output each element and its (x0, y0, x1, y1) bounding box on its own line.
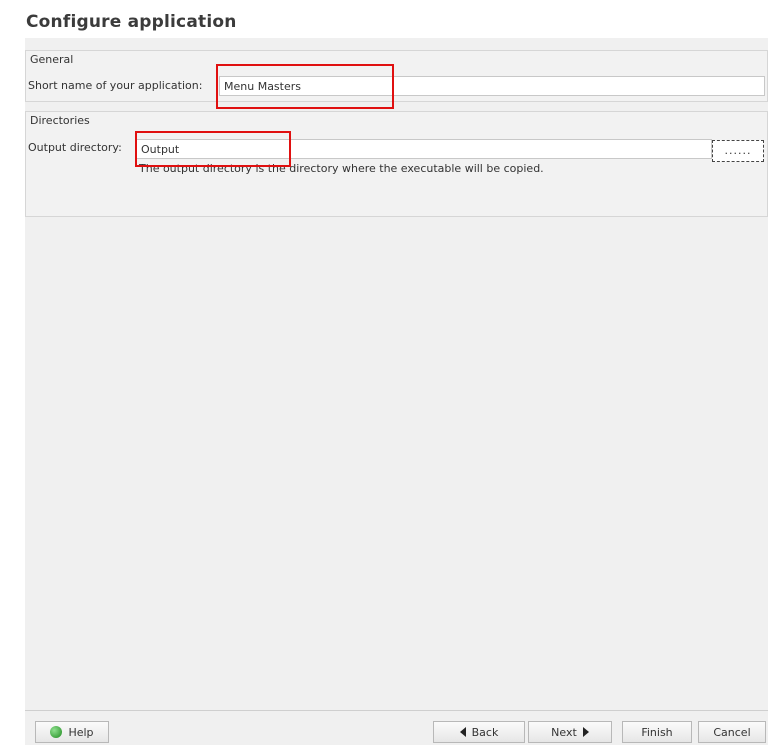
output-dir-input[interactable] (136, 139, 712, 159)
back-button-label: Back (471, 725, 499, 739)
help-icon (50, 726, 63, 738)
directories-group-title: Directories (30, 114, 90, 127)
short-name-input[interactable] (219, 76, 765, 96)
cancel-button-label: Cancel (713, 725, 751, 739)
browse-button[interactable]: ...... (712, 140, 764, 162)
output-dir-hint: The output directory is the directory wh… (139, 162, 544, 175)
finish-button[interactable]: Finish (622, 721, 692, 743)
cancel-button[interactable]: Cancel (698, 721, 766, 743)
arrow-right-icon (582, 727, 589, 737)
arrow-left-icon (459, 727, 466, 737)
next-button-label: Next (551, 725, 577, 739)
short-name-label: Short name of your application: (28, 79, 203, 92)
general-group-title: General (30, 53, 74, 66)
directories-group: Directories Output directory: The output… (25, 111, 768, 217)
page-title: Configure application (26, 12, 237, 32)
back-button[interactable]: Back (433, 721, 525, 743)
content-area: General Short name of your application: … (25, 38, 768, 710)
general-group: General Short name of your application: (25, 50, 768, 102)
finish-button-label: Finish (641, 725, 673, 739)
wizard-footer: Help Back Next Finish Cancel (25, 710, 768, 745)
next-button[interactable]: Next (528, 721, 612, 743)
wizard-page: Configure application General Short name… (0, 0, 768, 745)
help-button-label: Help (68, 725, 94, 739)
help-button[interactable]: Help (35, 721, 109, 743)
output-dir-label: Output directory: (28, 141, 122, 154)
